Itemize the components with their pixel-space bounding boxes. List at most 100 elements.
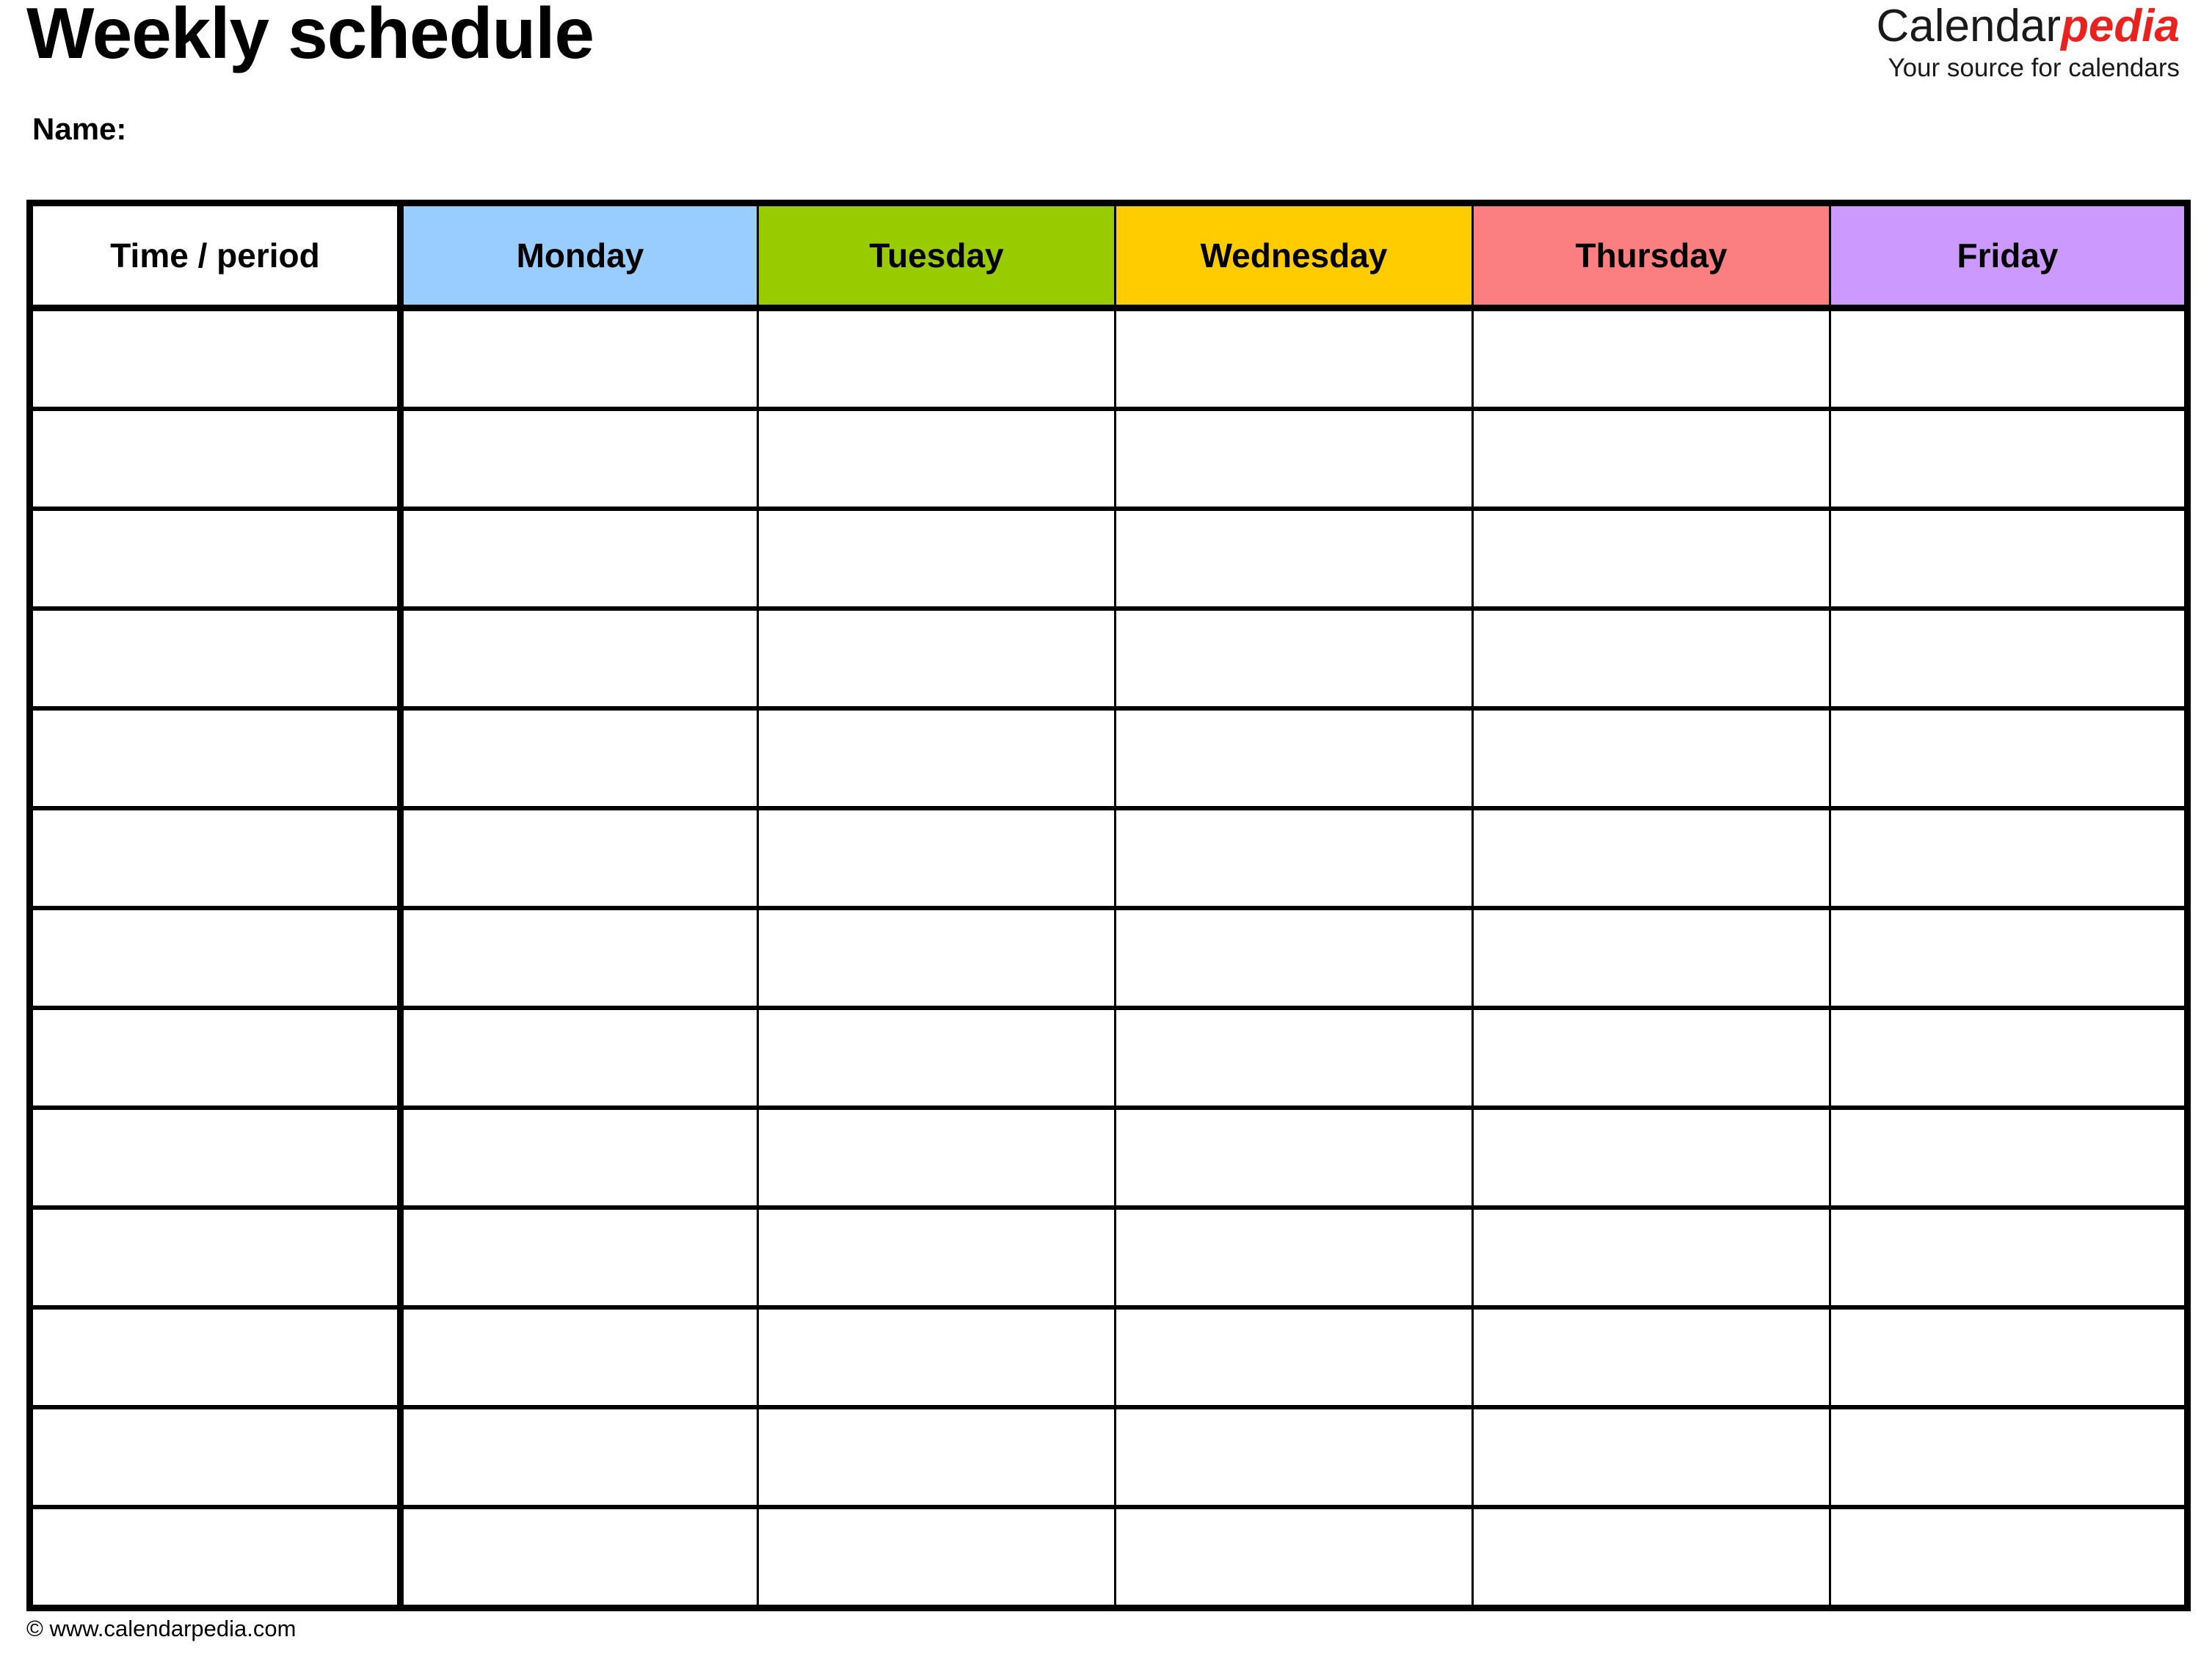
cell-tuesday[interactable] bbox=[757, 1106, 1116, 1210]
table-row bbox=[29, 1006, 2189, 1110]
cell-thursday[interactable] bbox=[1471, 1305, 1831, 1409]
brand-word-calendar: Calendar bbox=[1876, 1, 2062, 51]
cell-thursday[interactable] bbox=[1471, 507, 1831, 611]
cell-thursday[interactable] bbox=[1471, 606, 1831, 711]
table-header-row-group: Time / period Monday Tuesday Wednesday T… bbox=[29, 203, 2189, 311]
brand-tagline: Your source for calendars bbox=[1888, 54, 2180, 83]
column-header-friday: Friday bbox=[1829, 203, 2189, 311]
cell-thursday[interactable] bbox=[1471, 1106, 1831, 1210]
cell-tuesday[interactable] bbox=[757, 507, 1116, 611]
cell-monday[interactable] bbox=[399, 706, 759, 810]
cell-friday[interactable] bbox=[1829, 706, 2189, 810]
cell-friday[interactable] bbox=[1829, 1106, 2189, 1210]
cell-time[interactable] bbox=[29, 806, 404, 910]
cell-time[interactable] bbox=[29, 1006, 404, 1110]
cell-time[interactable] bbox=[29, 706, 404, 810]
table-row bbox=[29, 305, 2189, 411]
cell-thursday[interactable] bbox=[1471, 1405, 1831, 1509]
cell-thursday[interactable] bbox=[1471, 706, 1831, 810]
cell-wednesday[interactable] bbox=[1114, 1405, 1474, 1509]
cell-tuesday[interactable] bbox=[757, 1305, 1116, 1409]
cell-monday[interactable] bbox=[399, 1505, 759, 1608]
cell-time[interactable] bbox=[29, 1305, 404, 1409]
cell-monday[interactable] bbox=[399, 305, 759, 411]
cell-time[interactable] bbox=[29, 1205, 404, 1310]
cell-monday[interactable] bbox=[399, 1305, 759, 1409]
cell-friday[interactable] bbox=[1829, 1205, 2189, 1310]
cell-wednesday[interactable] bbox=[1114, 706, 1474, 810]
cell-time[interactable] bbox=[29, 906, 404, 1010]
cell-wednesday[interactable] bbox=[1114, 1006, 1474, 1110]
cell-tuesday[interactable] bbox=[757, 706, 1116, 810]
cell-thursday[interactable] bbox=[1471, 305, 1831, 411]
cell-friday[interactable] bbox=[1829, 305, 2189, 411]
cell-time[interactable] bbox=[29, 1106, 404, 1210]
cell-tuesday[interactable] bbox=[757, 1505, 1116, 1608]
cell-monday[interactable] bbox=[399, 606, 759, 711]
cell-tuesday[interactable] bbox=[757, 1205, 1116, 1310]
cell-tuesday[interactable] bbox=[757, 906, 1116, 1010]
name-field-label: Name: bbox=[32, 112, 127, 146]
cell-tuesday[interactable] bbox=[757, 806, 1116, 910]
cell-monday[interactable] bbox=[399, 906, 759, 1010]
cell-friday[interactable] bbox=[1829, 507, 2189, 611]
cell-monday[interactable] bbox=[399, 507, 759, 611]
cell-tuesday[interactable] bbox=[757, 305, 1116, 411]
cell-friday[interactable] bbox=[1829, 806, 2189, 910]
table-row bbox=[29, 706, 2189, 810]
cell-monday[interactable] bbox=[399, 806, 759, 910]
table-row bbox=[29, 507, 2189, 611]
cell-time[interactable] bbox=[29, 407, 404, 511]
cell-wednesday[interactable] bbox=[1114, 1106, 1474, 1210]
page-title: Weekly schedule bbox=[26, 0, 594, 73]
cell-wednesday[interactable] bbox=[1114, 1305, 1474, 1409]
cell-thursday[interactable] bbox=[1471, 407, 1831, 511]
cell-friday[interactable] bbox=[1829, 1006, 2189, 1110]
cell-friday[interactable] bbox=[1829, 1305, 2189, 1409]
cell-tuesday[interactable] bbox=[757, 606, 1116, 711]
cell-wednesday[interactable] bbox=[1114, 906, 1474, 1010]
table-row bbox=[29, 606, 2189, 711]
cell-thursday[interactable] bbox=[1471, 806, 1831, 910]
cell-thursday[interactable] bbox=[1471, 1205, 1831, 1310]
cell-time[interactable] bbox=[29, 507, 404, 611]
cell-wednesday[interactable] bbox=[1114, 507, 1474, 611]
cell-wednesday[interactable] bbox=[1114, 1205, 1474, 1310]
table-row bbox=[29, 1405, 2189, 1509]
cell-wednesday[interactable] bbox=[1114, 407, 1474, 511]
cell-wednesday[interactable] bbox=[1114, 1505, 1474, 1608]
cell-thursday[interactable] bbox=[1471, 906, 1831, 1010]
cell-monday[interactable] bbox=[399, 1405, 759, 1509]
cell-wednesday[interactable] bbox=[1114, 606, 1474, 711]
cell-friday[interactable] bbox=[1829, 407, 2189, 511]
cell-monday[interactable] bbox=[399, 1205, 759, 1310]
table-header-row: Time / period Monday Tuesday Wednesday T… bbox=[29, 203, 2189, 311]
cell-thursday[interactable] bbox=[1471, 1505, 1831, 1608]
cell-friday[interactable] bbox=[1829, 606, 2189, 711]
table-row bbox=[29, 1106, 2189, 1210]
cell-tuesday[interactable] bbox=[757, 407, 1116, 511]
cell-monday[interactable] bbox=[399, 407, 759, 511]
cell-friday[interactable] bbox=[1829, 1405, 2189, 1509]
column-header-wednesday: Wednesday bbox=[1114, 203, 1474, 311]
table-row bbox=[29, 1205, 2189, 1310]
cell-monday[interactable] bbox=[399, 1006, 759, 1110]
cell-friday[interactable] bbox=[1829, 1505, 2189, 1608]
table-body bbox=[29, 305, 2189, 1608]
cell-friday[interactable] bbox=[1829, 906, 2189, 1010]
cell-wednesday[interactable] bbox=[1114, 806, 1474, 910]
cell-thursday[interactable] bbox=[1471, 1006, 1831, 1110]
weekly-schedule-page: Weekly schedule Name: Calendarpedia Your… bbox=[0, 0, 2212, 1670]
cell-time[interactable] bbox=[29, 1505, 404, 1608]
column-header-tuesday: Tuesday bbox=[757, 203, 1116, 311]
cell-wednesday[interactable] bbox=[1114, 305, 1474, 411]
table-row bbox=[29, 1305, 2189, 1409]
cell-monday[interactable] bbox=[399, 1106, 759, 1210]
cell-time[interactable] bbox=[29, 305, 404, 411]
cell-time[interactable] bbox=[29, 1405, 404, 1509]
column-header-monday: Monday bbox=[399, 203, 759, 311]
cell-tuesday[interactable] bbox=[757, 1006, 1116, 1110]
column-header-thursday: Thursday bbox=[1471, 203, 1831, 311]
cell-time[interactable] bbox=[29, 606, 404, 711]
cell-tuesday[interactable] bbox=[757, 1405, 1116, 1509]
